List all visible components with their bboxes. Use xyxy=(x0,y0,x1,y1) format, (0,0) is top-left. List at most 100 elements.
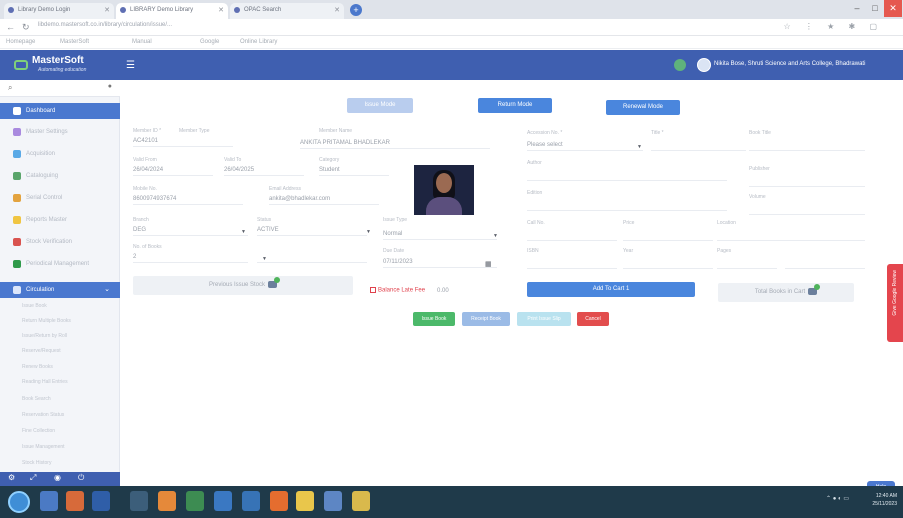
user-name[interactable]: Nikita Bose, Shruti Science and Arts Col… xyxy=(714,61,865,67)
return-mode-button[interactable]: Return Mode xyxy=(478,98,552,113)
browser-tab-active[interactable]: LIBRARY Demo Library ✕ xyxy=(116,3,228,19)
photos-icon[interactable] xyxy=(214,491,232,511)
app-logo[interactable]: MasterSoft Automating education xyxy=(14,54,124,76)
author-field xyxy=(527,170,727,181)
clock[interactable]: 12:40 AM 25/11/2023 xyxy=(872,492,897,508)
sidebar-item-stock-verification[interactable]: Stock Verification xyxy=(0,234,120,250)
tab-close-icon[interactable]: ✕ xyxy=(104,6,110,14)
member-id-input[interactable]: AC42101 xyxy=(133,136,233,147)
notification-icon[interactable] xyxy=(674,59,686,71)
cancel-button[interactable]: Cancel xyxy=(577,312,609,326)
chrome-icon[interactable] xyxy=(296,491,314,511)
chevron-down-icon: ▼ xyxy=(493,233,498,239)
new-tab-icon[interactable]: + xyxy=(350,4,362,16)
sidebar-item-circulation[interactable]: Circulation ⌄ xyxy=(0,282,120,298)
menu-toggle-icon[interactable]: ☰ xyxy=(126,60,135,71)
tab-close-icon[interactable]: ✕ xyxy=(334,6,340,14)
sidebar-subitem[interactable]: Book Search xyxy=(0,392,120,405)
title-field[interactable] xyxy=(651,140,746,151)
sidebar-subitem[interactable]: Return Multiple Books xyxy=(0,314,120,327)
sidebar-subitem[interactable]: Issue Book xyxy=(0,299,120,312)
word-icon[interactable] xyxy=(92,491,110,511)
grid-icon xyxy=(13,128,21,136)
status-select[interactable]: ACTIVE xyxy=(257,225,367,236)
issue-mode-button[interactable]: Issue Mode xyxy=(347,98,413,113)
sidebar-subitem[interactable]: Reservation Status xyxy=(0,408,120,421)
vlc-icon[interactable] xyxy=(158,491,176,511)
sidebar-item-master-settings[interactable]: Master Settings xyxy=(0,124,120,140)
issue-book-button[interactable]: Issue Book xyxy=(413,312,455,326)
user-avatar[interactable] xyxy=(697,58,711,72)
sidebar-item-reports[interactable]: Reports Master xyxy=(0,212,120,228)
sidebar-subitem[interactable]: Reserve/Request xyxy=(0,344,120,357)
calendar-app-icon[interactable] xyxy=(324,491,342,511)
store-icon[interactable] xyxy=(242,491,260,511)
power-icon[interactable]: ⏻ xyxy=(78,473,84,483)
firefox-icon[interactable] xyxy=(270,491,288,511)
user-app-icon[interactable] xyxy=(66,491,84,511)
sidebar-item-label: Stock Verification xyxy=(26,239,73,245)
sidebar-item-label: Acquisition xyxy=(26,151,56,157)
feedback-tab[interactable]: Give Google Review xyxy=(887,264,903,342)
chevron-down-icon: ▼ xyxy=(262,256,267,262)
start-button[interactable] xyxy=(8,491,30,513)
close-window-icon[interactable]: ✕ xyxy=(884,0,902,17)
bookmark[interactable]: Online Library xyxy=(240,39,277,45)
sidebar-item-acquisition[interactable]: Acquisition xyxy=(0,146,120,162)
issue-type-select[interactable]: Normal xyxy=(383,229,497,240)
checkbox-icon[interactable] xyxy=(370,287,376,293)
expand-icon[interactable]: ⤢ xyxy=(30,473,36,483)
browser-tab[interactable]: OPAC Search ✕ xyxy=(230,3,344,19)
bookmark[interactable]: MasterSoft xyxy=(60,39,89,45)
back-icon[interactable]: ← xyxy=(6,22,15,32)
receipt-book-button[interactable]: Receipt Book xyxy=(462,312,510,326)
sidebar-item-label: Dashboard xyxy=(26,108,56,114)
tab-close-icon[interactable]: ✕ xyxy=(218,6,224,14)
browser-tab[interactable]: Library Demo Login ✕ xyxy=(4,3,114,19)
settings-icon[interactable]: ⚙ xyxy=(8,473,15,482)
branch-select[interactable]: DEG xyxy=(133,225,248,236)
bookmark[interactable]: Homepage xyxy=(6,39,35,45)
renewal-mode-button[interactable]: Renewal Mode xyxy=(606,100,680,115)
print-issue-slip-button[interactable]: Print Issue Slip xyxy=(517,312,571,326)
sidebar-subitem[interactable]: Stock History xyxy=(0,456,120,469)
reload-icon[interactable]: ↻ xyxy=(22,22,30,33)
bookmark[interactable]: Manual xyxy=(132,39,152,45)
media-icon[interactable] xyxy=(130,491,148,511)
sidebar-item-cataloguing[interactable]: Cataloguing xyxy=(0,168,120,184)
sidebar-item-dashboard[interactable]: Dashboard xyxy=(0,103,120,119)
folder-icon[interactable] xyxy=(352,491,370,511)
price-label: Price xyxy=(623,220,635,226)
due-date-input[interactable]: 07/11/2023 xyxy=(383,257,497,268)
browser-toolbar-icons[interactable]: ☆ ⋮ ★ ✱ ▢ xyxy=(784,22,884,31)
calendar-icon[interactable]: ▦ xyxy=(485,260,492,268)
sidebar-subitem[interactable]: Issue Management xyxy=(0,440,120,453)
category-label: Category xyxy=(319,157,340,163)
pages-label: Pages xyxy=(717,248,732,254)
sidebar-subitem[interactable]: Reading Hall Entries xyxy=(0,375,120,388)
maximize-icon[interactable]: □ xyxy=(866,0,884,17)
total-books-bar[interactable]: Total Books in Cart xyxy=(718,283,854,302)
sidebar-subitem[interactable]: Issue/Return by Roll xyxy=(0,329,120,342)
mobile-label: Mobile No. xyxy=(133,186,157,192)
accession-select[interactable]: Please select xyxy=(527,140,643,151)
book-title-label: Book Title xyxy=(749,130,771,136)
file-explorer-icon[interactable] xyxy=(40,491,58,511)
microphone-icon[interactable]: ● xyxy=(108,83,112,90)
sidebar-item-periodical[interactable]: Periodical Management xyxy=(0,256,120,272)
sidebar-item-serial-control[interactable]: Serial Control xyxy=(0,190,120,206)
sidebar-subitem[interactable]: Fine Collection xyxy=(0,424,120,437)
author-label: Author xyxy=(527,160,542,166)
sidebar-search[interactable]: ⌕ ● xyxy=(0,80,120,97)
issue-type-label: Issue Type xyxy=(383,217,408,223)
url-field[interactable]: libdemo.mastersoft.co.in/library/circula… xyxy=(38,22,172,28)
minimize-icon[interactable]: – xyxy=(848,0,866,17)
valid-from-field: 26/04/2024 xyxy=(133,165,213,176)
bookmark[interactable]: Google xyxy=(200,39,219,45)
add-to-cart-button[interactable]: Add To Cart 1 xyxy=(527,282,695,297)
excel-icon[interactable] xyxy=(186,491,204,511)
lock-icon[interactable]: ◉ xyxy=(54,473,61,482)
previous-issue-bar[interactable]: Previous Issue Stock xyxy=(133,276,353,295)
system-tray[interactable]: ⌃ ● ◐ ▭ xyxy=(826,495,849,502)
sidebar-subitem[interactable]: Renew Books xyxy=(0,360,120,373)
